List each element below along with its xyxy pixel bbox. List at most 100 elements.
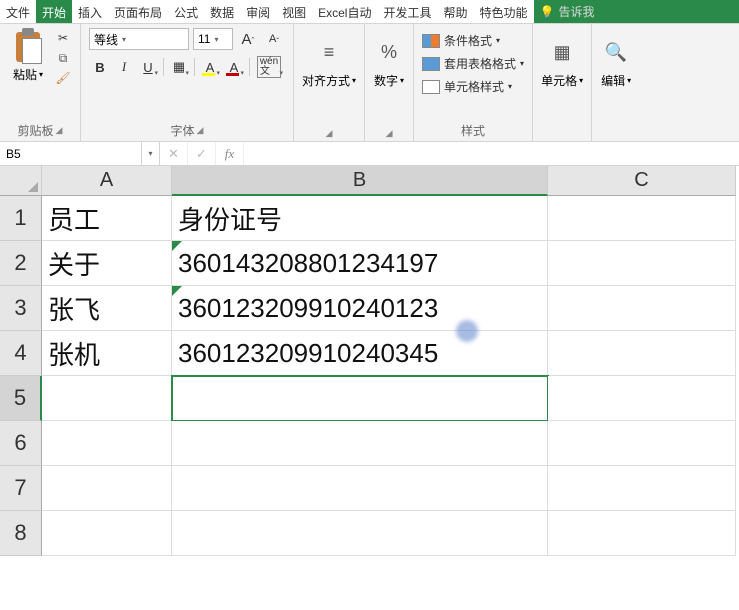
lightbulb-icon: 💡 — [540, 5, 555, 19]
number-dropdown[interactable]: 数字 ▾ — [374, 72, 404, 89]
cell-A3[interactable]: 张飞 — [42, 286, 172, 331]
cell-A5[interactable] — [42, 376, 172, 421]
font-label: 字体 — [171, 122, 195, 139]
row-header[interactable]: 6 — [0, 421, 42, 466]
cell-B5[interactable] — [172, 376, 548, 421]
increase-font-button[interactable]: Aˆ — [237, 28, 259, 50]
chevron-down-icon: ▾ — [122, 35, 126, 44]
cursor-highlight — [456, 320, 478, 342]
cell-B6[interactable] — [172, 421, 548, 466]
font-color-button[interactable]: A▾ — [223, 56, 245, 78]
cell-B4[interactable]: 360123209910240345 — [172, 331, 548, 376]
row-header[interactable]: 3 — [0, 286, 42, 331]
cell-B1[interactable]: 身份证号 — [172, 196, 548, 241]
cell-A6[interactable] — [42, 421, 172, 466]
text-indicator-icon — [172, 241, 182, 251]
conditional-formatting-icon — [422, 34, 440, 48]
cell-C6[interactable] — [548, 421, 736, 466]
table-row: 8 — [0, 511, 739, 556]
cell-C5[interactable] — [548, 376, 736, 421]
copy-button[interactable]: ⧉ — [54, 50, 72, 66]
tab-data[interactable]: 数据 — [204, 0, 240, 23]
editing-dropdown[interactable]: 编辑 ▾ — [601, 72, 631, 89]
row-header[interactable]: 8 — [0, 511, 42, 556]
name-box[interactable]: B5 — [0, 142, 142, 165]
cell-C3[interactable] — [548, 286, 736, 331]
table-row: 7 — [0, 466, 739, 511]
enter-formula-button[interactable]: ✓ — [188, 142, 216, 165]
format-as-table-button[interactable]: 套用表格格式▾ — [422, 55, 524, 72]
underline-button[interactable]: U▾ — [137, 56, 159, 78]
font-name-combo[interactable]: 等线 ▾ — [89, 28, 189, 50]
chevron-down-icon: ▾ — [400, 76, 404, 85]
name-box-dropdown[interactable]: ▾ — [142, 142, 160, 165]
decrease-font-button[interactable]: Aˇ — [263, 28, 285, 50]
editing-icon: 🔍 — [600, 36, 632, 68]
font-size-value: 11 — [198, 32, 210, 46]
cell-C7[interactable] — [548, 466, 736, 511]
font-size-combo[interactable]: 11 ▾ — [193, 28, 233, 50]
tell-me-search[interactable]: 💡 告诉我 — [534, 0, 715, 23]
font-dialog-launcher[interactable]: ◢ — [197, 125, 204, 136]
tab-formulas[interactable]: 公式 — [168, 0, 204, 23]
italic-button[interactable]: I — [113, 56, 135, 78]
col-header-B[interactable]: B — [172, 166, 548, 196]
cell-B8[interactable] — [172, 511, 548, 556]
chevron-down-icon: ▾ — [627, 76, 631, 85]
tab-help[interactable]: 帮助 — [438, 0, 474, 23]
cell-A4[interactable]: 张机 — [42, 331, 172, 376]
phonetic-button[interactable]: wén 文▾ — [254, 56, 284, 78]
tab-home[interactable]: 开始 — [36, 0, 72, 23]
cell-C4[interactable] — [548, 331, 736, 376]
cell-B7[interactable] — [172, 466, 548, 511]
alignment-dialog-launcher[interactable]: ◢ — [326, 128, 333, 139]
cells-dropdown[interactable]: 单元格 ▾ — [541, 72, 583, 89]
tell-me-label: 告诉我 — [558, 3, 594, 20]
cell-A1[interactable]: 员工 — [42, 196, 172, 241]
paste-icon — [12, 28, 44, 64]
row-header[interactable]: 2 — [0, 241, 42, 286]
cell-C1[interactable] — [548, 196, 736, 241]
conditional-formatting-button[interactable]: 条件格式▾ — [422, 32, 524, 49]
table-row: 6 — [0, 421, 739, 466]
ribbon: 粘贴 ▾ ✂ ⧉ 🖌 剪贴板 ◢ 等线 ▾ 11 — [0, 24, 739, 142]
tab-excel-auto[interactable]: Excel自动 — [312, 0, 377, 23]
tab-file[interactable]: 文件 — [0, 0, 36, 23]
col-header-C[interactable]: C — [548, 166, 736, 196]
tab-special[interactable]: 特色功能 — [474, 0, 534, 23]
cell-C2[interactable] — [548, 241, 736, 286]
tab-insert[interactable]: 插入 — [72, 0, 108, 23]
format-painter-button[interactable]: 🖌 — [54, 70, 72, 86]
cell-styles-button[interactable]: 单元格样式▾ — [422, 78, 524, 95]
cut-button[interactable]: ✂ — [54, 30, 72, 46]
border-button[interactable]: ▦▾ — [168, 56, 190, 78]
group-cells: ▦ 单元格 ▾ — [533, 24, 592, 141]
col-header-A[interactable]: A — [42, 166, 172, 196]
clipboard-dialog-launcher[interactable]: ◢ — [56, 125, 63, 136]
row-header[interactable]: 7 — [0, 466, 42, 511]
tab-review[interactable]: 审阅 — [240, 0, 276, 23]
alignment-dropdown[interactable]: 对齐方式 ▾ — [302, 72, 356, 89]
paste-button[interactable]: 粘贴 ▾ — [8, 28, 48, 86]
row-header[interactable]: 4 — [0, 331, 42, 376]
cancel-formula-button[interactable]: ✕ — [160, 142, 188, 165]
formula-input[interactable] — [244, 142, 739, 165]
tab-developer[interactable]: 开发工具 — [377, 0, 437, 23]
cell-A2[interactable]: 关于 — [42, 241, 172, 286]
row-header[interactable]: 1 — [0, 196, 42, 241]
cell-A7[interactable] — [42, 466, 172, 511]
cell-B2[interactable]: 360143208801234197 — [172, 241, 548, 286]
table-row: 4张机360123209910240345 — [0, 331, 739, 376]
select-all-corner[interactable] — [0, 166, 42, 196]
tab-page-layout[interactable]: 页面布局 — [108, 0, 168, 23]
cell-C8[interactable] — [548, 511, 736, 556]
cell-A8[interactable] — [42, 511, 172, 556]
tab-view[interactable]: 视图 — [276, 0, 312, 23]
fill-color-button[interactable]: A▾ — [199, 56, 221, 78]
spreadsheet-grid: A B C 1员工身份证号 2关于360143208801234197 3张飞360… — [0, 166, 739, 556]
insert-function-button[interactable]: fx — [216, 142, 244, 165]
number-dialog-launcher[interactable]: ◢ — [386, 128, 393, 139]
cell-B3[interactable]: 360123209910240123 — [172, 286, 548, 331]
bold-button[interactable]: B — [89, 56, 111, 78]
row-header[interactable]: 5 — [0, 376, 42, 421]
